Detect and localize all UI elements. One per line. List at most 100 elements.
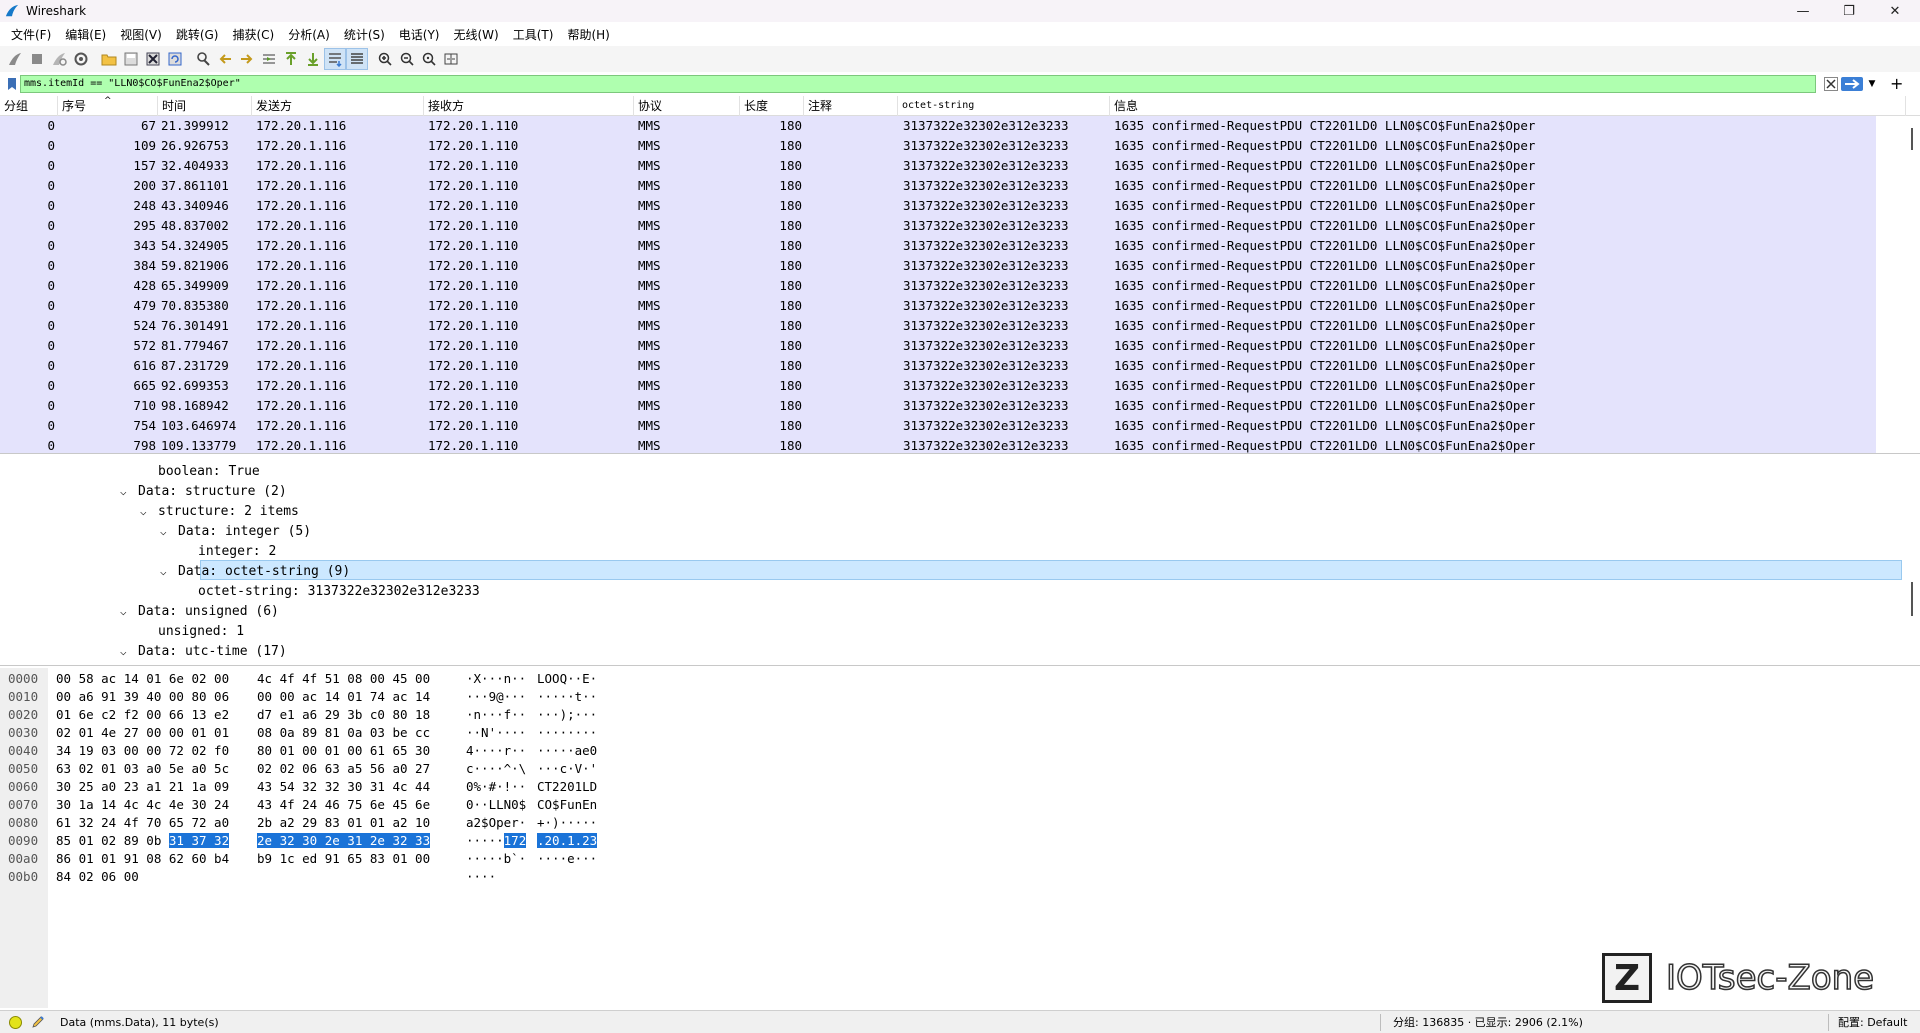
hex-bytes-group-2[interactable]: 4c 4f 4f 51 08 00 45 00 (257, 670, 430, 688)
hex-bytes-group-2[interactable]: b9 1c ed 91 65 83 01 00 (257, 850, 430, 868)
detail-tree-item[interactable]: ⌵ Data: integer (5) (160, 522, 311, 542)
menu-item-1[interactable]: 编辑(E) (58, 26, 113, 43)
go-back-icon[interactable] (214, 48, 236, 70)
zoom-out-icon[interactable] (396, 48, 418, 70)
ascii-bytes-group-1[interactable]: ··N'···· (466, 724, 526, 742)
expand-chevron-icon[interactable]: ⌵ (140, 502, 158, 522)
packet-row[interactable]: 0 200 37.861101 172.20.1.116 172.20.1.110 MMS… (0, 176, 1876, 196)
first-packet-icon[interactable] (280, 48, 302, 70)
packet-details-scrollbar[interactable] (1906, 458, 1920, 665)
packet-row[interactable]: 0 572 81.779467 172.20.1.116 172.20.1.110 MMS… (0, 336, 1876, 356)
hex-bytes-group-1[interactable]: 34 19 03 00 00 72 02 f0 (56, 742, 229, 760)
packet-row[interactable]: 0 616 87.231729 172.20.1.116 172.20.1.110 MMS… (0, 356, 1876, 376)
detail-tree-item[interactable]: boolean: True (140, 462, 260, 482)
hex-bytes-group-2[interactable]: 80 01 00 01 00 61 65 30 (257, 742, 430, 760)
packet-row[interactable]: 0 384 59.821906 172.20.1.116 172.20.1.110 MMS… (0, 256, 1876, 276)
hex-bytes-group-2[interactable]: 43 54 32 32 30 31 4c 44 (257, 778, 430, 796)
column-header-4[interactable]: 接收方 (424, 96, 634, 116)
detail-tree-item[interactable]: octet-string: 3137322e32302e312e3233 (180, 582, 480, 602)
hex-bytes-group-2[interactable]: 2e 32 30 2e 31 2e 32 33 (257, 832, 431, 850)
detail-tree-item[interactable]: ⌵ Data: octet-string (9) (160, 562, 350, 582)
menu-item-2[interactable]: 视图(V) (113, 26, 169, 43)
packet-row[interactable]: 0 295 48.837002 172.20.1.116 172.20.1.110 MMS… (0, 216, 1876, 236)
expand-chevron-icon[interactable]: ⌵ (120, 642, 138, 662)
detail-tree-item[interactable]: ⌵ Data: unsigned (6) (120, 602, 279, 622)
ascii-bytes-group-2[interactable]: ········ (537, 724, 597, 742)
find-packet-icon[interactable] (192, 48, 214, 70)
display-filter-input[interactable]: mms.itemId == "LLN0$CO$FunEna2$Oper" (20, 75, 1816, 93)
hex-bytes-group-1[interactable]: 30 1a 14 4c 4c 4e 30 24 (56, 796, 229, 814)
hex-bytes-group-1[interactable]: 85 01 02 89 0b 31 37 32 (56, 832, 230, 850)
filter-history-chevron-icon[interactable]: ▼ (1866, 77, 1878, 91)
packet-row[interactable]: 0 67 21.399912 172.20.1.116 172.20.1.110 MMS 1… (0, 116, 1876, 136)
ascii-bytes-group-1[interactable]: ···· (466, 868, 496, 886)
ascii-bytes-group-1[interactable]: ·····172 (466, 832, 527, 850)
ascii-bytes-group-2[interactable]: ····e··· (537, 850, 597, 868)
hex-bytes-group-1[interactable]: 61 32 24 4f 70 65 72 a0 (56, 814, 229, 832)
hex-bytes-group-2[interactable]: d7 e1 a6 29 3b c0 80 18 (257, 706, 430, 724)
capture-options-icon[interactable] (70, 48, 92, 70)
detail-tree-item[interactable]: integer: 2 (180, 542, 276, 562)
ascii-bytes-group-2[interactable]: ···);··· (537, 706, 597, 724)
menu-item-5[interactable]: 分析(A) (281, 26, 337, 43)
hex-bytes-group-1[interactable]: 00 a6 91 39 40 00 80 06 (56, 688, 229, 706)
hex-bytes-group-1[interactable]: 00 58 ac 14 01 6e 02 00 (56, 670, 229, 688)
add-filter-button-icon[interactable]: + (1890, 74, 1903, 93)
expand-chevron-icon[interactable]: ⌵ (160, 522, 178, 542)
menu-item-8[interactable]: 无线(W) (447, 26, 506, 43)
edit-comment-icon[interactable] (30, 1014, 46, 1030)
ascii-bytes-group-1[interactable]: 0%·#·!·· (466, 778, 526, 796)
close-file-icon[interactable] (142, 48, 164, 70)
ascii-bytes-group-2[interactable]: CT2201LD (537, 778, 597, 796)
hex-bytes-group-2[interactable]: 00 00 ac 14 01 74 ac 14 (257, 688, 430, 706)
open-file-icon[interactable] (98, 48, 120, 70)
hex-bytes-group-1[interactable]: 02 01 4e 27 00 00 01 01 (56, 724, 229, 742)
column-header-6[interactable]: 长度 (740, 96, 804, 116)
column-header-9[interactable]: 信息 (1110, 96, 1906, 116)
hex-bytes-group-2[interactable]: 43 4f 24 46 75 6e 45 6e (257, 796, 430, 814)
column-header-7[interactable]: 注释 (804, 96, 898, 116)
save-file-icon[interactable] (120, 48, 142, 70)
ascii-bytes-group-1[interactable]: ·····b`· (466, 850, 526, 868)
ascii-bytes-group-2[interactable]: ·····ae0 (537, 742, 597, 760)
ascii-bytes-group-1[interactable]: c····^·\ (466, 760, 526, 778)
packet-row[interactable]: 0 754 103.646974 172.20.1.116 172.20.1.110 MM… (0, 416, 1876, 436)
hex-bytes-group-1[interactable]: 30 25 a0 23 a1 21 1a 09 (56, 778, 229, 796)
packet-list-scrollbar[interactable] (1906, 116, 1920, 453)
zoom-in-icon[interactable] (374, 48, 396, 70)
ascii-bytes-group-2[interactable]: CO$FunEn (537, 796, 597, 814)
packet-row[interactable]: 0 428 65.349909 172.20.1.116 172.20.1.110 MMS… (0, 276, 1876, 296)
menu-item-9[interactable]: 工具(T) (506, 26, 561, 43)
column-header-5[interactable]: 协议 (634, 96, 740, 116)
ascii-bytes-group-2[interactable]: ·····t·· (537, 688, 597, 706)
zoom-reset-icon[interactable] (418, 48, 440, 70)
hex-bytes-group-2[interactable]: 2b a2 29 83 01 01 a2 10 (257, 814, 430, 832)
packet-row[interactable]: 0 665 92.699353 172.20.1.116 172.20.1.110 MMS… (0, 376, 1876, 396)
ascii-bytes-group-2[interactable]: ···c·V·' (537, 760, 597, 778)
expand-chevron-icon[interactable]: ⌵ (120, 602, 138, 622)
detail-tree-item[interactable]: ⌵ structure: 2 items (140, 502, 299, 522)
minimize-button[interactable]: — (1780, 0, 1826, 22)
hex-bytes-group-1[interactable]: 63 02 01 03 a0 5e a0 5c (56, 760, 229, 778)
packet-row[interactable]: 0 157 32.404933 172.20.1.116 172.20.1.110 MMS… (0, 156, 1876, 176)
hex-bytes-group-1[interactable]: 86 01 01 91 08 62 60 b4 (56, 850, 229, 868)
packet-row[interactable]: 0 109 26.926753 172.20.1.116 172.20.1.110 MMS… (0, 136, 1876, 156)
menu-item-10[interactable]: 帮助(H) (560, 26, 616, 43)
packet-row[interactable]: 0 798 109.133779 172.20.1.116 172.20.1.110 MM… (0, 436, 1876, 453)
column-header-2[interactable]: 时间 (158, 96, 252, 116)
packet-row[interactable]: 0 710 98.168942 172.20.1.116 172.20.1.110 MMS… (0, 396, 1876, 416)
stop-capture-icon[interactable] (26, 48, 48, 70)
go-forward-icon[interactable] (236, 48, 258, 70)
expert-info-icon[interactable] (9, 1016, 22, 1029)
menu-item-0[interactable]: 文件(F) (4, 26, 58, 43)
packet-row[interactable]: 0 343 54.324905 172.20.1.116 172.20.1.110 MMS… (0, 236, 1876, 256)
reload-file-icon[interactable] (164, 48, 186, 70)
packet-row[interactable]: 0 248 43.340946 172.20.1.116 172.20.1.110 MMS… (0, 196, 1876, 216)
detail-tree-item[interactable]: unsigned: 1 (140, 622, 244, 642)
go-to-packet-icon[interactable] (258, 48, 280, 70)
packet-row[interactable]: 0 479 70.835380 172.20.1.116 172.20.1.110 MMS… (0, 296, 1876, 316)
menu-item-3[interactable]: 跳转(G) (169, 26, 226, 43)
restart-capture-icon[interactable] (48, 48, 70, 70)
ascii-bytes-group-2[interactable]: LOOQ··E· (537, 670, 597, 688)
apply-filter-icon[interactable] (1841, 77, 1863, 91)
